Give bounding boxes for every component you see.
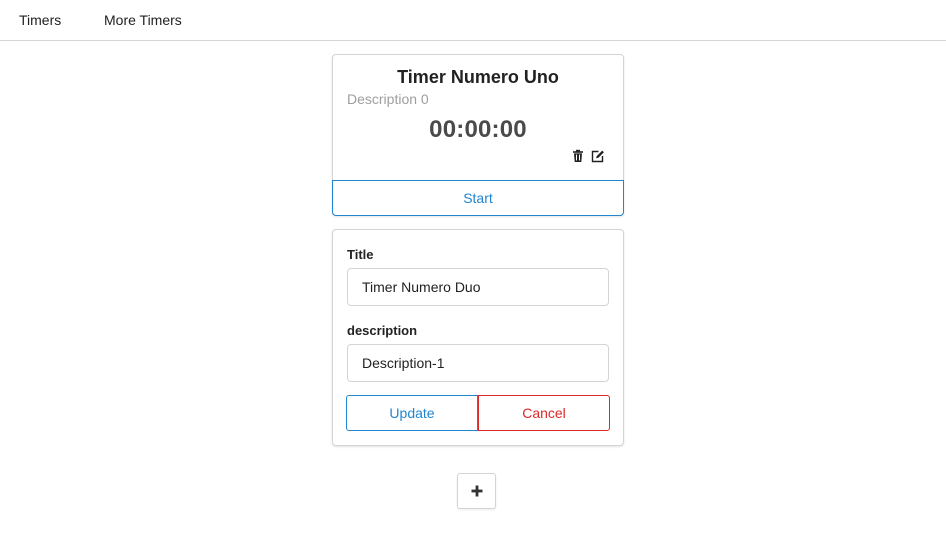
description-input[interactable] <box>347 344 609 382</box>
timer-title: Timer Numero Uno <box>397 67 559 87</box>
form-buttons: Update Cancel <box>346 395 610 431</box>
timer-card: Timer Numero Uno Description 0 00:00:00 … <box>332 54 624 216</box>
description-label: description <box>347 323 418 338</box>
menu-item-timers[interactable]: Timers <box>19 0 61 40</box>
update-button[interactable]: Update <box>346 395 478 431</box>
cancel-button[interactable]: Cancel <box>478 395 610 431</box>
plus-icon <box>471 485 482 497</box>
timer-description: Description 0 <box>347 91 429 107</box>
edit-timer-form: Title description Update Cancel <box>332 229 624 446</box>
trash-icon[interactable] <box>571 149 585 163</box>
top-menu: Timers More Timers <box>0 0 946 41</box>
menu-item-more-timers[interactable]: More Timers <box>104 0 182 40</box>
title-label: Title <box>347 247 374 262</box>
edit-icon[interactable] <box>591 149 605 163</box>
timer-actions <box>571 149 605 163</box>
title-input[interactable] <box>347 268 609 306</box>
start-button[interactable]: Start <box>332 180 624 216</box>
elapsed-time: 00:00:00 <box>429 116 527 143</box>
add-timer-button[interactable] <box>457 473 496 509</box>
